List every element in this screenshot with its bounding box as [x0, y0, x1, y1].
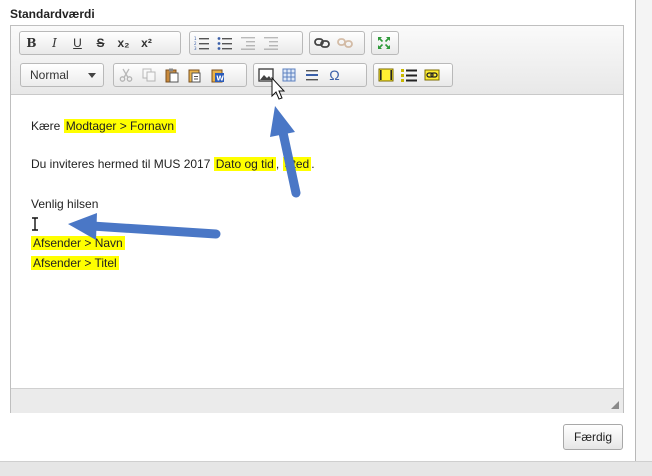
svg-text:3: 3 [194, 46, 197, 50]
date-merge-field[interactable]: Dato og tid [213, 157, 276, 171]
paste-text-icon [188, 69, 200, 82]
maximize-icon [377, 37, 390, 49]
insert-table-button[interactable] [277, 64, 300, 86]
place-merge-field[interactable]: Sted [282, 157, 312, 171]
image-icon [257, 68, 274, 82]
copy-button[interactable] [137, 64, 160, 86]
done-button[interactable]: Færdig [563, 424, 623, 450]
paste-button[interactable] [160, 64, 183, 86]
scissors-icon [119, 68, 132, 82]
strikethrough-button[interactable]: S [89, 32, 112, 54]
italic-button[interactable]: I [43, 32, 66, 54]
increase-indent-button[interactable] [259, 32, 282, 54]
text-style-group: B I U S x₂ x² [19, 31, 181, 55]
superscript-button[interactable]: x² [135, 32, 158, 54]
resize-grip-icon[interactable] [611, 401, 619, 409]
outdent-icon [240, 37, 255, 50]
list-group: 1 2 3 [189, 31, 303, 55]
special-character-button[interactable]: Ω [323, 64, 346, 86]
maximize-group [371, 31, 399, 55]
indent-icon [263, 37, 278, 50]
page-scrollbar[interactable] [635, 0, 652, 476]
chevron-down-icon [88, 73, 96, 78]
sender-name-merge-field[interactable]: Afsender > Navn [31, 236, 125, 250]
period-text: . [311, 157, 315, 171]
horizontal-line-icon [305, 70, 318, 81]
sender-title-merge-field[interactable]: Afsender > Titel [31, 256, 119, 270]
remove-link-button[interactable] [333, 32, 356, 54]
field-list-icon [400, 69, 417, 82]
svg-text:W: W [216, 74, 224, 82]
paste-text-button[interactable] [183, 64, 206, 86]
sender-name-line: Afsender > Navn [31, 236, 125, 250]
link-icon [313, 38, 330, 48]
maximize-button[interactable] [372, 32, 395, 54]
field-icon [378, 68, 393, 82]
greeting-text: Kære [31, 119, 61, 133]
closing-line: Venlig hilsen [31, 197, 99, 211]
link-group [309, 31, 365, 55]
format-select-value: Normal [30, 68, 69, 82]
recipient-merge-field[interactable]: Modtager > Fornavn [63, 119, 177, 133]
underline-button[interactable]: U [66, 32, 89, 54]
invite-line: Du inviteres hermed til MUS 2017 Dato og… [31, 157, 315, 171]
insert-image-button[interactable] [254, 64, 277, 86]
insert-field-link-button[interactable] [420, 64, 443, 86]
editor-toolbar: B I U S x₂ x² 1 2 3 Normal W Ω [11, 26, 623, 95]
bottom-edge [0, 461, 652, 476]
copy-icon [142, 68, 155, 82]
format-select[interactable]: Normal [20, 63, 104, 87]
bulleted-list-icon [217, 37, 232, 50]
decrease-indent-button[interactable] [236, 32, 259, 54]
merge-field-group [373, 63, 453, 87]
insert-link-button[interactable] [310, 32, 333, 54]
rich-text-editor[interactable]: B I U S x₂ x² 1 2 3 Normal W Ω Kære Modt… [10, 25, 624, 413]
greeting-line: Kære Modtager > Fornavn [31, 119, 177, 133]
clipboard-icon [165, 68, 178, 82]
sender-title-line: Afsender > Titel [31, 256, 119, 270]
bold-button[interactable]: B [20, 32, 43, 54]
table-icon [282, 68, 295, 82]
horizontal-line-button[interactable] [300, 64, 323, 86]
bulleted-list-button[interactable] [213, 32, 236, 54]
cut-button[interactable] [114, 64, 137, 86]
paste-word-button[interactable]: W [206, 64, 229, 86]
comma-text: , [275, 157, 280, 171]
unlink-icon [336, 38, 353, 48]
subscript-button[interactable]: x₂ [112, 32, 135, 54]
insert-field-button[interactable] [374, 64, 397, 86]
insert-field-list-button[interactable] [397, 64, 420, 86]
panel-title: Standardværdi [10, 7, 95, 21]
numbered-list-button[interactable]: 1 2 3 [190, 32, 213, 54]
clipboard-group: W [113, 63, 247, 87]
field-link-icon [424, 69, 439, 81]
editor-status-bar [11, 388, 623, 413]
numbered-list-icon: 1 2 3 [194, 36, 209, 50]
paste-word-icon: W [211, 69, 224, 82]
invite-text: Du inviteres hermed til MUS 2017 [31, 157, 211, 171]
insert-group: Ω [253, 63, 367, 87]
